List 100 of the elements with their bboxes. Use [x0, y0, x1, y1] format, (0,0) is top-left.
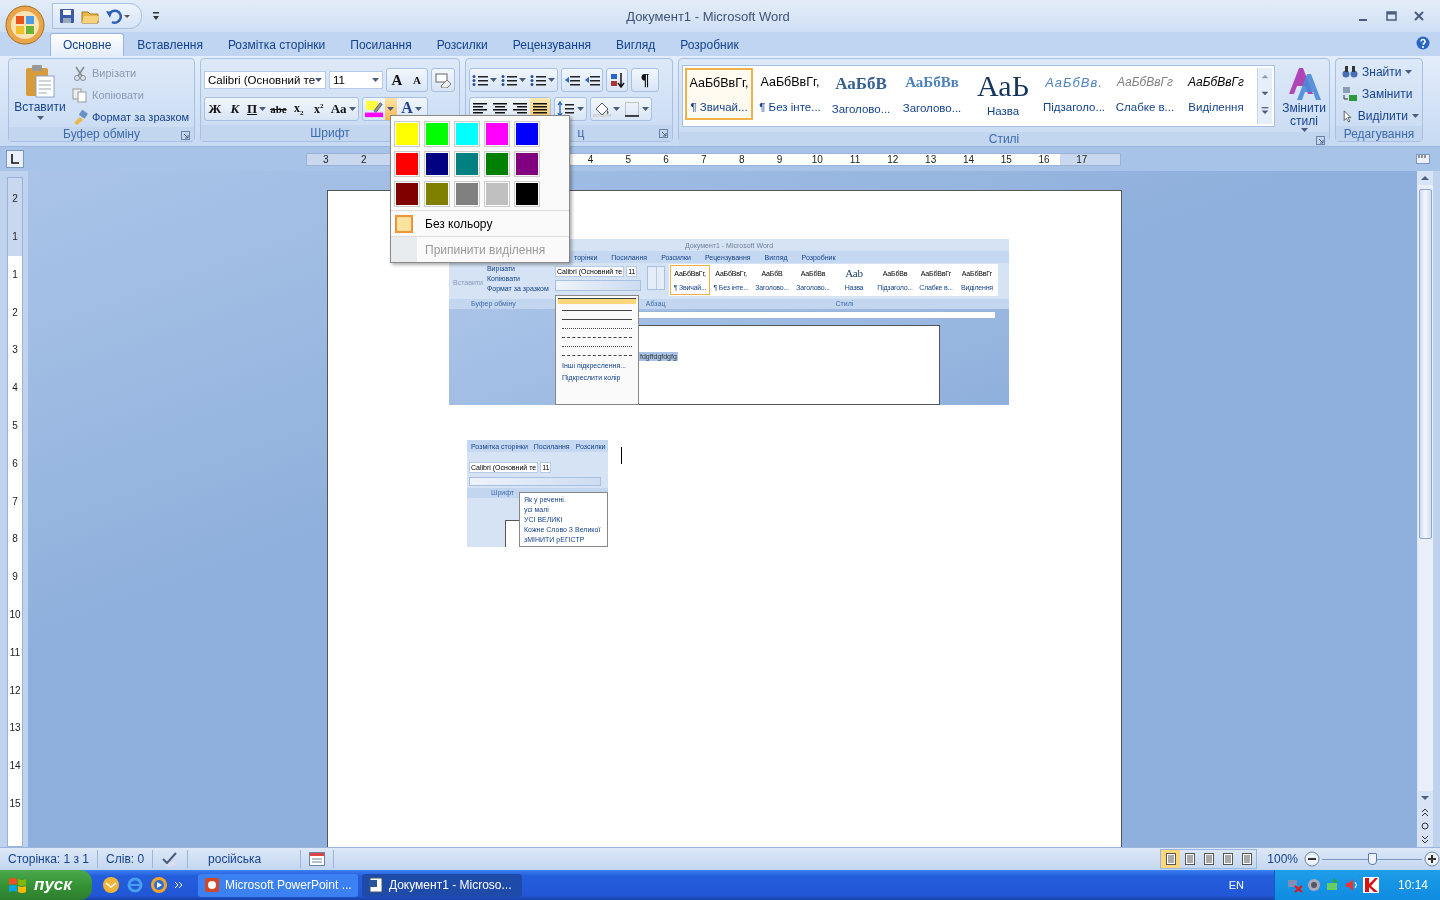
page-view-icon — [1182, 852, 1197, 866]
zoom-in-icon[interactable] — [1424, 851, 1440, 867]
menu-item[interactable]: Без кольору — [391, 211, 569, 237]
zoom-slider-thumb[interactable] — [1368, 852, 1377, 865]
replace-button[interactable]: Замінити — [1342, 84, 1419, 104]
bold-button[interactable]: Ж — [205, 98, 225, 120]
highlighter-icon — [364, 100, 383, 118]
strike-button[interactable]: abe — [268, 98, 289, 120]
style-tile[interactable]: АаБбВв. Підзаголо... — [1040, 68, 1108, 120]
change-styles-button[interactable]: Змінити стилі — [1279, 62, 1329, 132]
sub-button[interactable]: x$_{2}$ — [288, 98, 309, 120]
style-tile[interactable]: АаБбВвГг Слабке в... — [1111, 68, 1179, 120]
highlight-button[interactable] — [362, 98, 385, 120]
dialog-launcher-icon[interactable] — [659, 129, 668, 138]
ruler-number: 2 — [360, 154, 367, 165]
sup-button[interactable]: x$^{2}$ — [308, 98, 329, 120]
customize-icon[interactable] — [152, 11, 160, 21]
ruler-number: 2 — [12, 307, 18, 318]
language-indicator[interactable]: російська — [188, 850, 302, 868]
select-button[interactable]: Виділити — [1342, 106, 1419, 126]
taskbar-button[interactable]: Microsoft PowerPoint ... — [197, 873, 358, 897]
mail-icon[interactable] — [101, 876, 120, 894]
antivirus-icon[interactable] — [1362, 877, 1379, 893]
group-label: ц — [577, 126, 585, 140]
media-player-icon[interactable] — [149, 876, 168, 894]
zoom-level[interactable]: 100% — [1257, 852, 1304, 866]
ruler-number: 9 — [776, 154, 783, 165]
view-button[interactable] — [1161, 850, 1181, 868]
document-icon — [367, 877, 384, 893]
ruler-number: 3 — [12, 345, 18, 356]
maximize-icon[interactable] — [1384, 9, 1398, 23]
windows-flag-icon — [8, 876, 28, 894]
ruler-number: 15 — [1000, 154, 1012, 165]
vertical-scrollbar[interactable] — [1417, 171, 1433, 847]
ribbon-tab[interactable]: Основне — [50, 33, 125, 56]
caret-icon — [315, 78, 322, 82]
volume-icon[interactable] — [1343, 877, 1360, 893]
grow-font-button[interactable]: A — [387, 69, 407, 91]
style-tile[interactable]: АаБбВв Заголово... — [898, 68, 966, 120]
caret-icon — [414, 107, 422, 111]
ribbon-tab[interactable]: Вставлення — [125, 34, 215, 56]
style-tile[interactable]: АаБбВ Заголово... — [827, 68, 895, 120]
caret-icon — [613, 107, 620, 111]
undo-icon[interactable] — [105, 8, 131, 24]
view-ruler-icon[interactable] — [1416, 152, 1430, 166]
style-tile[interactable]: АаБбВвГг Виділення — [1182, 68, 1250, 120]
tab-selector-icon[interactable] — [6, 150, 24, 168]
show-formatting-button[interactable]: ¶ — [632, 69, 658, 91]
zoom-out-icon[interactable] — [1304, 851, 1320, 867]
save-icon[interactable] — [59, 8, 75, 24]
increase-indent-icon — [584, 73, 600, 87]
scroll-thumb[interactable] — [1418, 189, 1432, 539]
style-tile[interactable]: АаЬ Назва — [969, 68, 1037, 120]
font-name-field[interactable]: Calibri (Основний те — [204, 71, 326, 89]
decrease-indent-icon — [564, 73, 580, 87]
close-icon[interactable] — [1412, 9, 1426, 23]
underline-style-option — [562, 337, 632, 340]
word-count: Слів: 0 — [98, 850, 154, 868]
ribbon-tab[interactable]: Розсилки — [424, 34, 500, 56]
style-tile[interactable]: АаБбВвГг, ¶ Без інте... — [756, 68, 824, 120]
chevron-icon[interactable] — [173, 880, 184, 890]
dropdown-arrow-button[interactable] — [384, 98, 397, 120]
start-button[interactable]: пуск — [0, 870, 92, 900]
copy-icon — [72, 87, 88, 103]
group-label: Буфер обміну — [63, 127, 140, 141]
style-tile[interactable]: АаБбВвГг, ¶ Звичай... — [685, 68, 753, 120]
page-view-icon — [1163, 852, 1178, 866]
font-size-field[interactable]: 11 — [329, 71, 383, 89]
ruler-number: 1 — [12, 232, 18, 243]
paste-button[interactable]: Вставити — [12, 62, 68, 127]
paragraph-buttons-drawing — [647, 266, 665, 290]
sort-icon — [609, 72, 625, 88]
ruler-number: 13 — [925, 154, 937, 165]
page-view-icon — [1201, 852, 1216, 866]
caret-icon — [387, 107, 394, 111]
ribbon-tab[interactable]: Розробник — [668, 34, 751, 56]
find-button[interactable]: Знайти — [1342, 62, 1419, 82]
ribbon-tab[interactable]: Посилання — [338, 34, 424, 56]
group-label: Шрифт — [310, 126, 350, 140]
browse-object-icon[interactable] — [1418, 819, 1432, 833]
page-view-icon — [1220, 852, 1235, 866]
underline-button[interactable]: П — [245, 98, 269, 120]
italic-button[interactable]: К — [225, 98, 245, 120]
clock: 10:14 — [1397, 878, 1428, 892]
case-button[interactable]: Aa — [328, 98, 358, 120]
language-indicator[interactable]: EN — [1228, 879, 1244, 891]
gallery-scroll-bar[interactable] — [1257, 68, 1272, 124]
ribbon-tab[interactable]: Вигляд — [604, 34, 668, 56]
line-spacing-icon — [557, 101, 575, 117]
dialog-launcher-icon[interactable] — [181, 131, 190, 140]
ribbon-tab[interactable]: Рецензування — [500, 34, 603, 56]
group-label: Редагування — [1343, 126, 1415, 141]
shrink-font-button[interactable]: A — [407, 69, 427, 91]
taskbar-button[interactable]: Документ1 - Microso... — [361, 873, 522, 897]
proofing-icon — [161, 851, 180, 867]
clipboard-button[interactable]: Формат за зразком — [72, 107, 190, 127]
dialog-launcher-icon[interactable] — [1316, 136, 1325, 145]
help-icon[interactable] — [1416, 36, 1430, 50]
ribbon-tab[interactable]: Розмітка сторінки — [215, 34, 338, 56]
speaker-device-icon[interactable] — [1305, 877, 1322, 893]
